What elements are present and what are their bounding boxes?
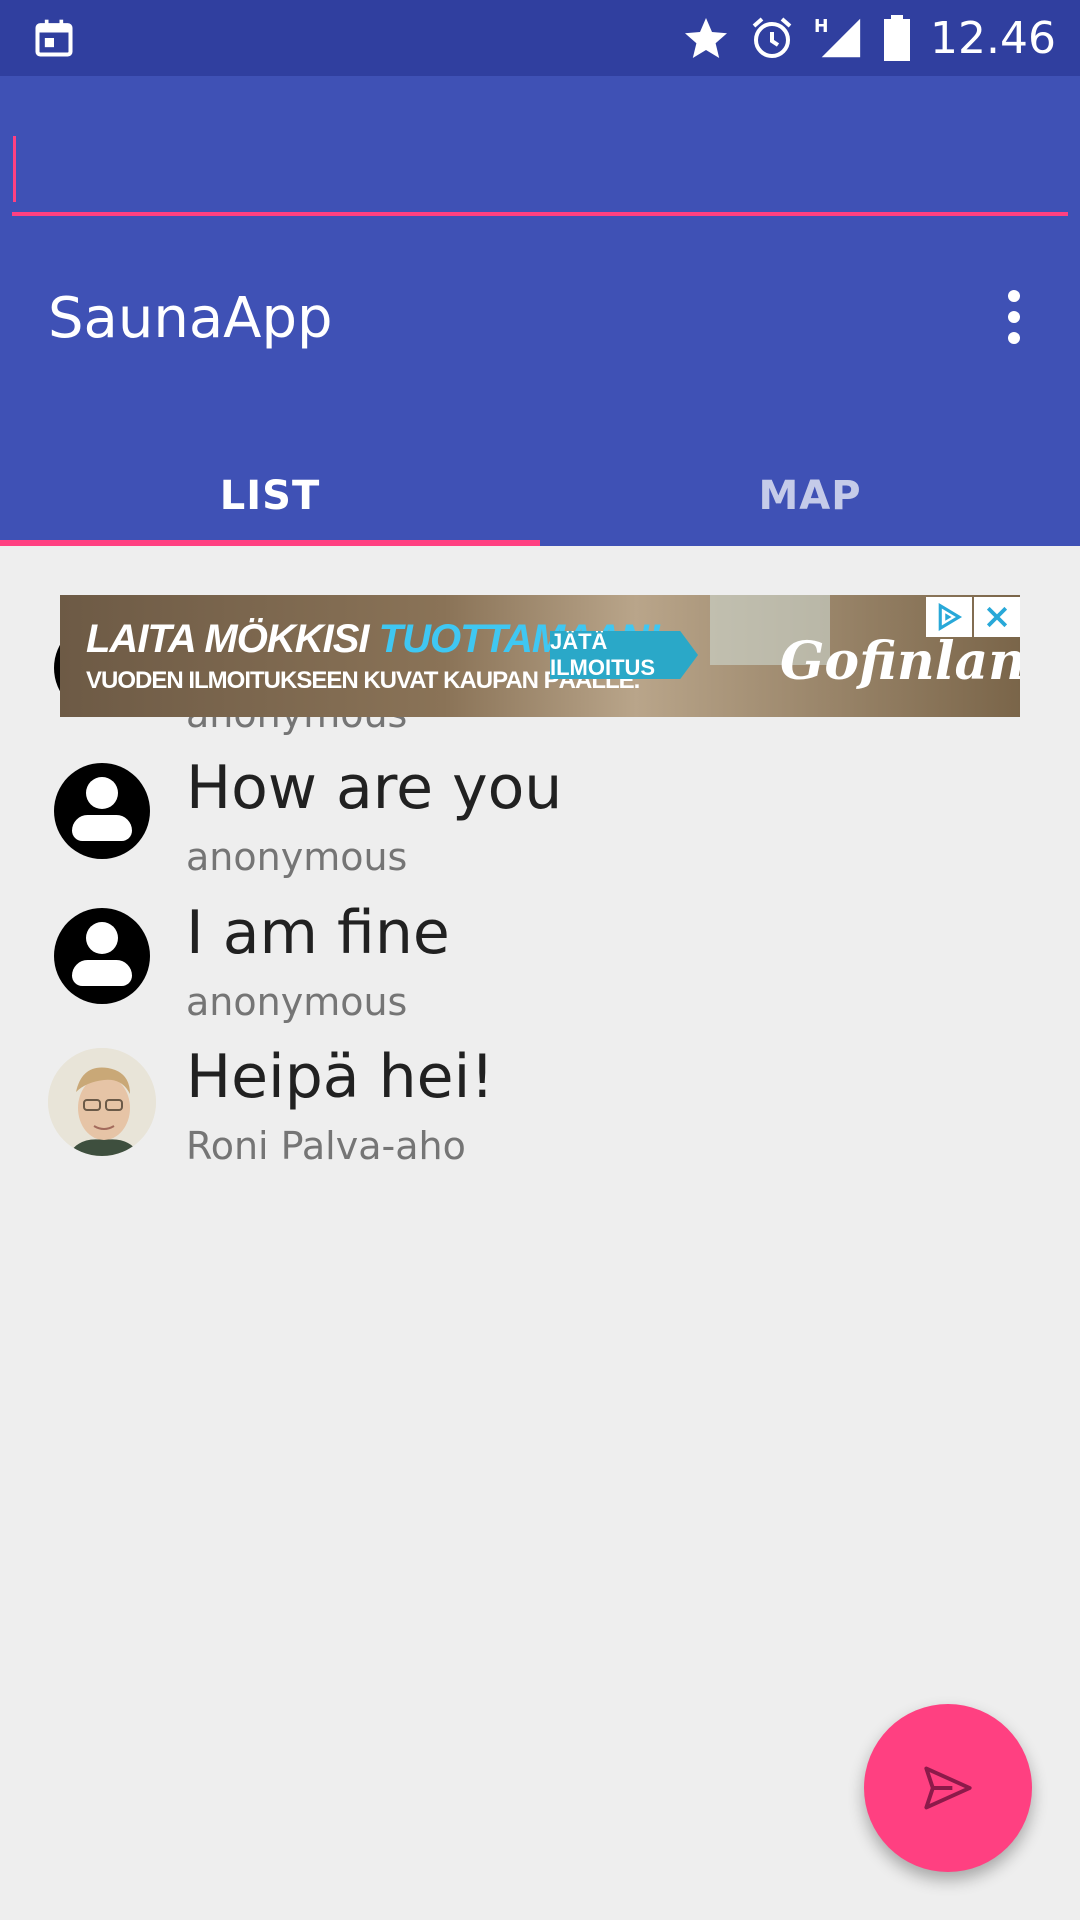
tab-list[interactable]: LIST	[0, 446, 540, 546]
search-input[interactable]	[12, 126, 1068, 216]
send-icon	[924, 1766, 972, 1810]
text-cursor	[13, 136, 16, 202]
calendar-icon	[35, 19, 73, 57]
message-user: anonymous	[186, 835, 408, 879]
list-item[interactable]: How are you anonymous	[0, 753, 1080, 898]
star-icon	[685, 18, 728, 58]
message-text: How are you	[186, 753, 563, 823]
message-text: Heipä hei!	[186, 1042, 495, 1112]
status-time: 12.46	[930, 12, 1056, 64]
ad-banner[interactable]: LAITA MÖKKISI TUOTTAMAAN! VUODEN ILMOITU…	[60, 595, 1020, 717]
message-text: I am fine	[186, 898, 450, 968]
tab-bar: LIST MAP	[0, 446, 1080, 546]
person-icon	[54, 908, 150, 1004]
list-item[interactable]: Heipä hei! Roni Palva-aho	[0, 1042, 1080, 1187]
tab-indicator	[0, 540, 540, 546]
ad-close-icon[interactable]	[974, 597, 1020, 637]
ad-cta-button[interactable]: JÄTÄ ILMOITUS	[550, 631, 698, 679]
overflow-menu-icon[interactable]	[996, 286, 1032, 348]
message-user: anonymous	[186, 980, 408, 1024]
send-button[interactable]	[864, 1704, 1032, 1872]
adchoices-icon[interactable]	[926, 597, 972, 637]
user-photo	[48, 1048, 156, 1156]
app-bar: SaunaApp LIST MAP	[0, 76, 1080, 546]
list-item[interactable]: I am fine anonymous	[0, 898, 1080, 1043]
user-photo-avatar	[48, 1048, 156, 1156]
svg-text:H: H	[814, 17, 828, 37]
battery-icon	[884, 15, 911, 61]
ad-brand: Gofinland	[780, 631, 1020, 692]
message-user: Roni Palva-aho	[186, 1124, 466, 1168]
app-title: SaunaApp	[48, 286, 333, 351]
signal-h-icon: H	[814, 17, 861, 58]
alarm-icon	[752, 17, 792, 58]
status-bar: H 12.46	[0, 0, 1080, 76]
person-icon	[54, 763, 150, 859]
tab-map[interactable]: MAP	[540, 446, 1080, 546]
ad-headline-part1: LAITA MÖKKISI	[86, 617, 379, 661]
